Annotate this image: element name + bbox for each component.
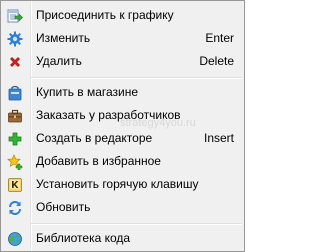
red-x-icon [7, 54, 23, 70]
menu-item-set-hotkey[interactable]: Установить горячую клавишу [3, 174, 242, 196]
menu-item-label: Библиотека кода [36, 231, 131, 245]
menu-item-delete[interactable]: Удалить Delete [3, 51, 242, 73]
briefcase-icon [7, 108, 23, 124]
menu-item-create-in-editor[interactable]: Создать в редакторе Insert [3, 128, 242, 150]
menu-item-shortcut: Enter [205, 31, 234, 45]
menu-item-buy-in-store[interactable]: Купить в магазине [3, 82, 242, 104]
menu-item-code-library[interactable]: Библиотека кода [3, 228, 242, 250]
attach-to-chart-icon [7, 8, 23, 24]
key-k-icon [7, 177, 23, 193]
menu-item-edit[interactable]: Изменить Enter [3, 28, 242, 50]
menu-separator [31, 223, 242, 225]
menu-item-label: Удалить [36, 54, 82, 68]
menu-item-shortcut: Insert [203, 131, 234, 145]
menu-separator [31, 77, 242, 79]
watermark: strategy4you.ru [120, 117, 196, 129]
green-plus-icon [7, 131, 23, 147]
context-menu: Присоединить к графику Изменить Enter Уд… [0, 0, 245, 252]
globe-icon [7, 231, 23, 247]
gear-icon [7, 31, 23, 47]
shopping-bag-icon [7, 85, 23, 101]
menu-item-refresh[interactable]: Обновить [3, 197, 242, 219]
menu-item-label: Установить горячую клавишу [36, 177, 199, 191]
star-add-icon [7, 154, 23, 171]
menu-item-label: Обновить [36, 200, 91, 214]
menu-item-label: Присоединить к графику [36, 8, 174, 22]
menu-item-label: Изменить [36, 31, 91, 45]
menu-item-label: Создать в редакторе [36, 131, 153, 145]
menu-item-label: Добавить в избранное [36, 154, 161, 168]
menu-item-label: Купить в магазине [36, 85, 139, 99]
menu-item-add-to-favorites[interactable]: Добавить в избранное [3, 151, 242, 173]
menu-item-shortcut: Delete [199, 54, 234, 68]
menu-item-attach-to-chart[interactable]: Присоединить к графику [3, 5, 242, 27]
refresh-icon [7, 200, 23, 216]
